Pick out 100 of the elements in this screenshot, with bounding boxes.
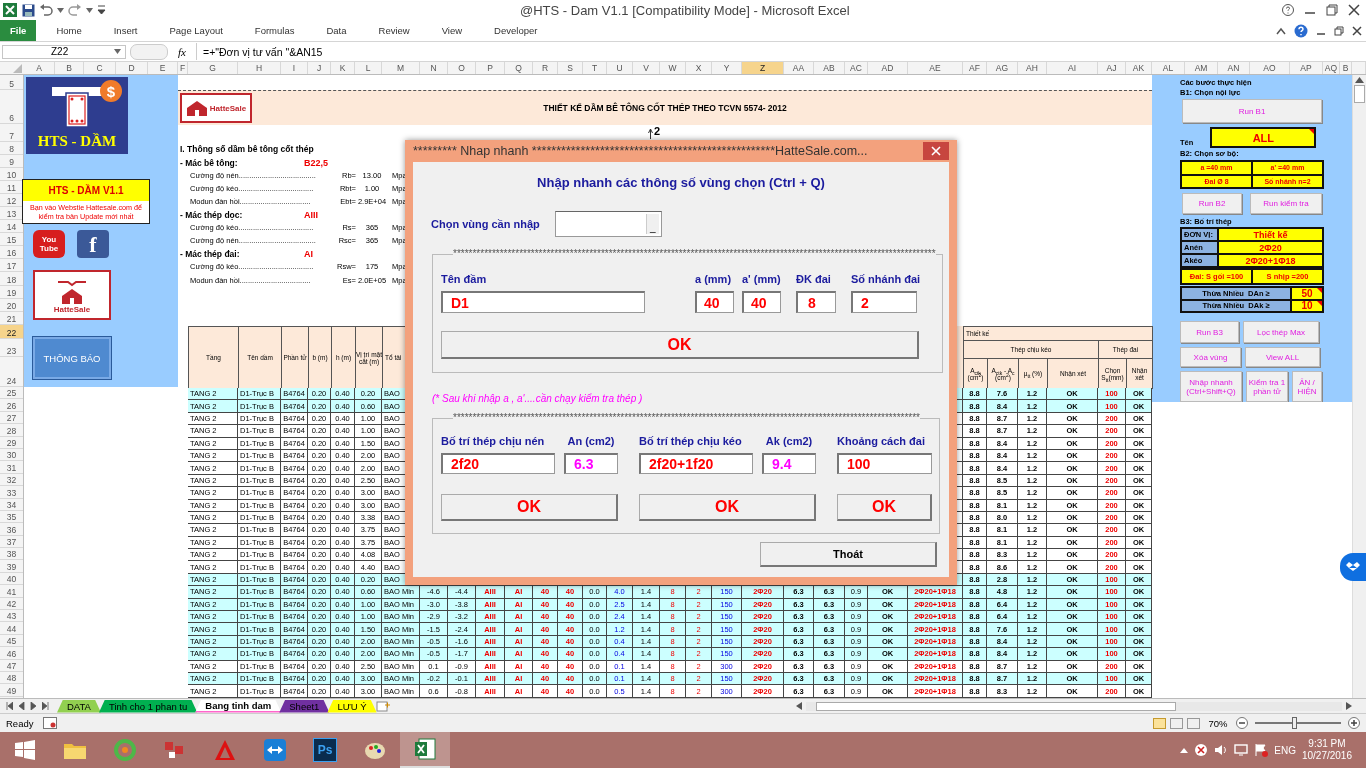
- column-header[interactable]: V: [633, 62, 660, 74]
- column-header[interactable]: AQ: [1323, 62, 1340, 74]
- column-header[interactable]: G: [188, 62, 238, 74]
- restore-icon[interactable]: [1334, 25, 1344, 36]
- column-header[interactable]: AD: [868, 62, 908, 74]
- row-header[interactable]: 44: [0, 622, 23, 635]
- text-field[interactable]: 100: [837, 453, 932, 474]
- column-header[interactable]: AN: [1218, 62, 1250, 74]
- tab-scroll-icon[interactable]: [6, 702, 13, 710]
- column-header[interactable]: P: [476, 62, 505, 74]
- row-header[interactable]: 26: [0, 399, 23, 412]
- row-header[interactable]: 33: [0, 486, 23, 499]
- ok-button[interactable]: OK: [441, 494, 618, 521]
- row-header[interactable]: 35: [0, 510, 23, 524]
- column-header[interactable]: X: [686, 62, 712, 74]
- column-header[interactable]: Z: [742, 62, 784, 74]
- redo-icon[interactable]: [68, 4, 82, 16]
- column-header[interactable]: AJ: [1098, 62, 1126, 74]
- ok-button[interactable]: OK: [837, 494, 932, 521]
- clock-time[interactable]: 9:31 PM: [1308, 738, 1346, 750]
- row-header[interactable]: 37: [0, 535, 23, 549]
- video-logo[interactable]: You Tube: [33, 230, 65, 258]
- sheet-tab[interactable]: DATA: [57, 699, 101, 713]
- column-header[interactable]: N: [420, 62, 448, 74]
- text-field[interactable]: D1: [441, 291, 645, 313]
- row-header[interactable]: 15: [0, 233, 23, 246]
- speaker-icon[interactable]: [1214, 743, 1229, 757]
- column-header[interactable]: M: [382, 62, 420, 74]
- column-header[interactable]: O: [448, 62, 476, 74]
- ribbon-tab[interactable]: Formulas: [238, 20, 311, 41]
- row-header[interactable]: 17: [0, 259, 23, 272]
- column-header[interactable]: H: [238, 62, 281, 74]
- ribbon-tab[interactable]: Insert: [97, 20, 154, 41]
- row-header[interactable]: 19: [0, 286, 23, 299]
- scroll-thumb[interactable]: [816, 701, 1176, 711]
- brand-logo[interactable]: HatteSale: [33, 270, 111, 320]
- collapse-button[interactable]: _: [645, 214, 659, 234]
- row-header[interactable]: 49: [0, 684, 23, 697]
- zoom-in-icon[interactable]: [1348, 717, 1360, 729]
- notice-button[interactable]: THÔNG BÁO: [32, 336, 112, 380]
- column-header[interactable]: AG: [987, 62, 1018, 74]
- column-header[interactable]: Q: [505, 62, 533, 74]
- column-header[interactable]: AE: [908, 62, 963, 74]
- column-header[interactable]: AC: [845, 62, 868, 74]
- file-tab[interactable]: File: [0, 20, 37, 41]
- ribbon-tab[interactable]: Data: [310, 20, 363, 41]
- column-header[interactable]: W: [660, 62, 686, 74]
- app-tile[interactable]: Ps: [313, 738, 337, 762]
- zoom-out-icon[interactable]: [1236, 717, 1248, 729]
- macro-record-icon[interactable]: [43, 717, 58, 729]
- row-header[interactable]: 32: [0, 473, 23, 487]
- row-header[interactable]: 20: [0, 299, 23, 312]
- resize-handle[interactable]: [130, 43, 168, 60]
- social-logo[interactable]: f: [77, 230, 109, 258]
- row-header[interactable]: 47: [0, 659, 23, 672]
- help-icon[interactable]: [1294, 23, 1308, 38]
- undo-icon[interactable]: [39, 4, 53, 16]
- sheet-tab[interactable]: Bang tinh dam: [195, 699, 282, 713]
- ribbon-tab[interactable]: View: [425, 20, 479, 41]
- column-header[interactable]: K: [331, 62, 355, 74]
- function-label[interactable]: fx: [172, 45, 192, 58]
- column-header[interactable]: AL: [1152, 62, 1185, 74]
- start-icon[interactable]: [15, 740, 35, 760]
- shield-icon[interactable]: [1194, 743, 1209, 757]
- row-header[interactable]: 23: [0, 339, 23, 357]
- row-header[interactable]: 39: [0, 560, 23, 573]
- row-header[interactable]: 46: [0, 647, 23, 660]
- text-field[interactable]: 2f20+1f20: [639, 453, 753, 474]
- save-icon[interactable]: [22, 3, 35, 17]
- row-header[interactable]: 36: [0, 523, 23, 536]
- column-header[interactable]: AP: [1290, 62, 1323, 74]
- text-field[interactable]: 40: [695, 291, 734, 313]
- ribbon-tab[interactable]: Developer: [478, 20, 554, 41]
- row-header[interactable]: 30: [0, 448, 23, 462]
- customize-icon[interactable]: [97, 5, 106, 15]
- help-icon[interactable]: [1282, 4, 1294, 16]
- tab-scroll-icon[interactable]: [42, 702, 49, 710]
- row-header[interactable]: 9: [0, 155, 23, 168]
- clock-date[interactable]: 10/27/2016: [1301, 750, 1352, 762]
- column-header[interactable]: R: [533, 62, 558, 74]
- zoom-level[interactable]: 70%: [1204, 717, 1232, 729]
- exit-button[interactable]: Thoát: [760, 542, 937, 567]
- column-header[interactable]: AK: [1126, 62, 1152, 74]
- column-header[interactable]: AB: [814, 62, 845, 74]
- restore-icon[interactable]: [1326, 4, 1338, 16]
- spreadsheet-icon[interactable]: [413, 737, 437, 761]
- column-header[interactable]: D: [116, 62, 148, 74]
- row-header[interactable]: 45: [0, 634, 23, 648]
- row-header[interactable]: 27: [0, 411, 23, 425]
- row-header[interactable]: 40: [0, 572, 23, 586]
- row-header[interactable]: 24: [0, 357, 23, 387]
- column-header[interactable]: I: [281, 62, 308, 74]
- column-header[interactable]: S: [558, 62, 583, 74]
- row-header[interactable]: 28: [0, 424, 23, 437]
- row-header[interactable]: 25: [0, 387, 23, 400]
- column-header[interactable]: AO: [1250, 62, 1290, 74]
- row-header[interactable]: 16: [0, 246, 23, 259]
- scroll-left-icon[interactable]: [796, 702, 802, 710]
- text-field[interactable]: 8: [796, 291, 836, 313]
- column-header[interactable]: B: [55, 62, 84, 74]
